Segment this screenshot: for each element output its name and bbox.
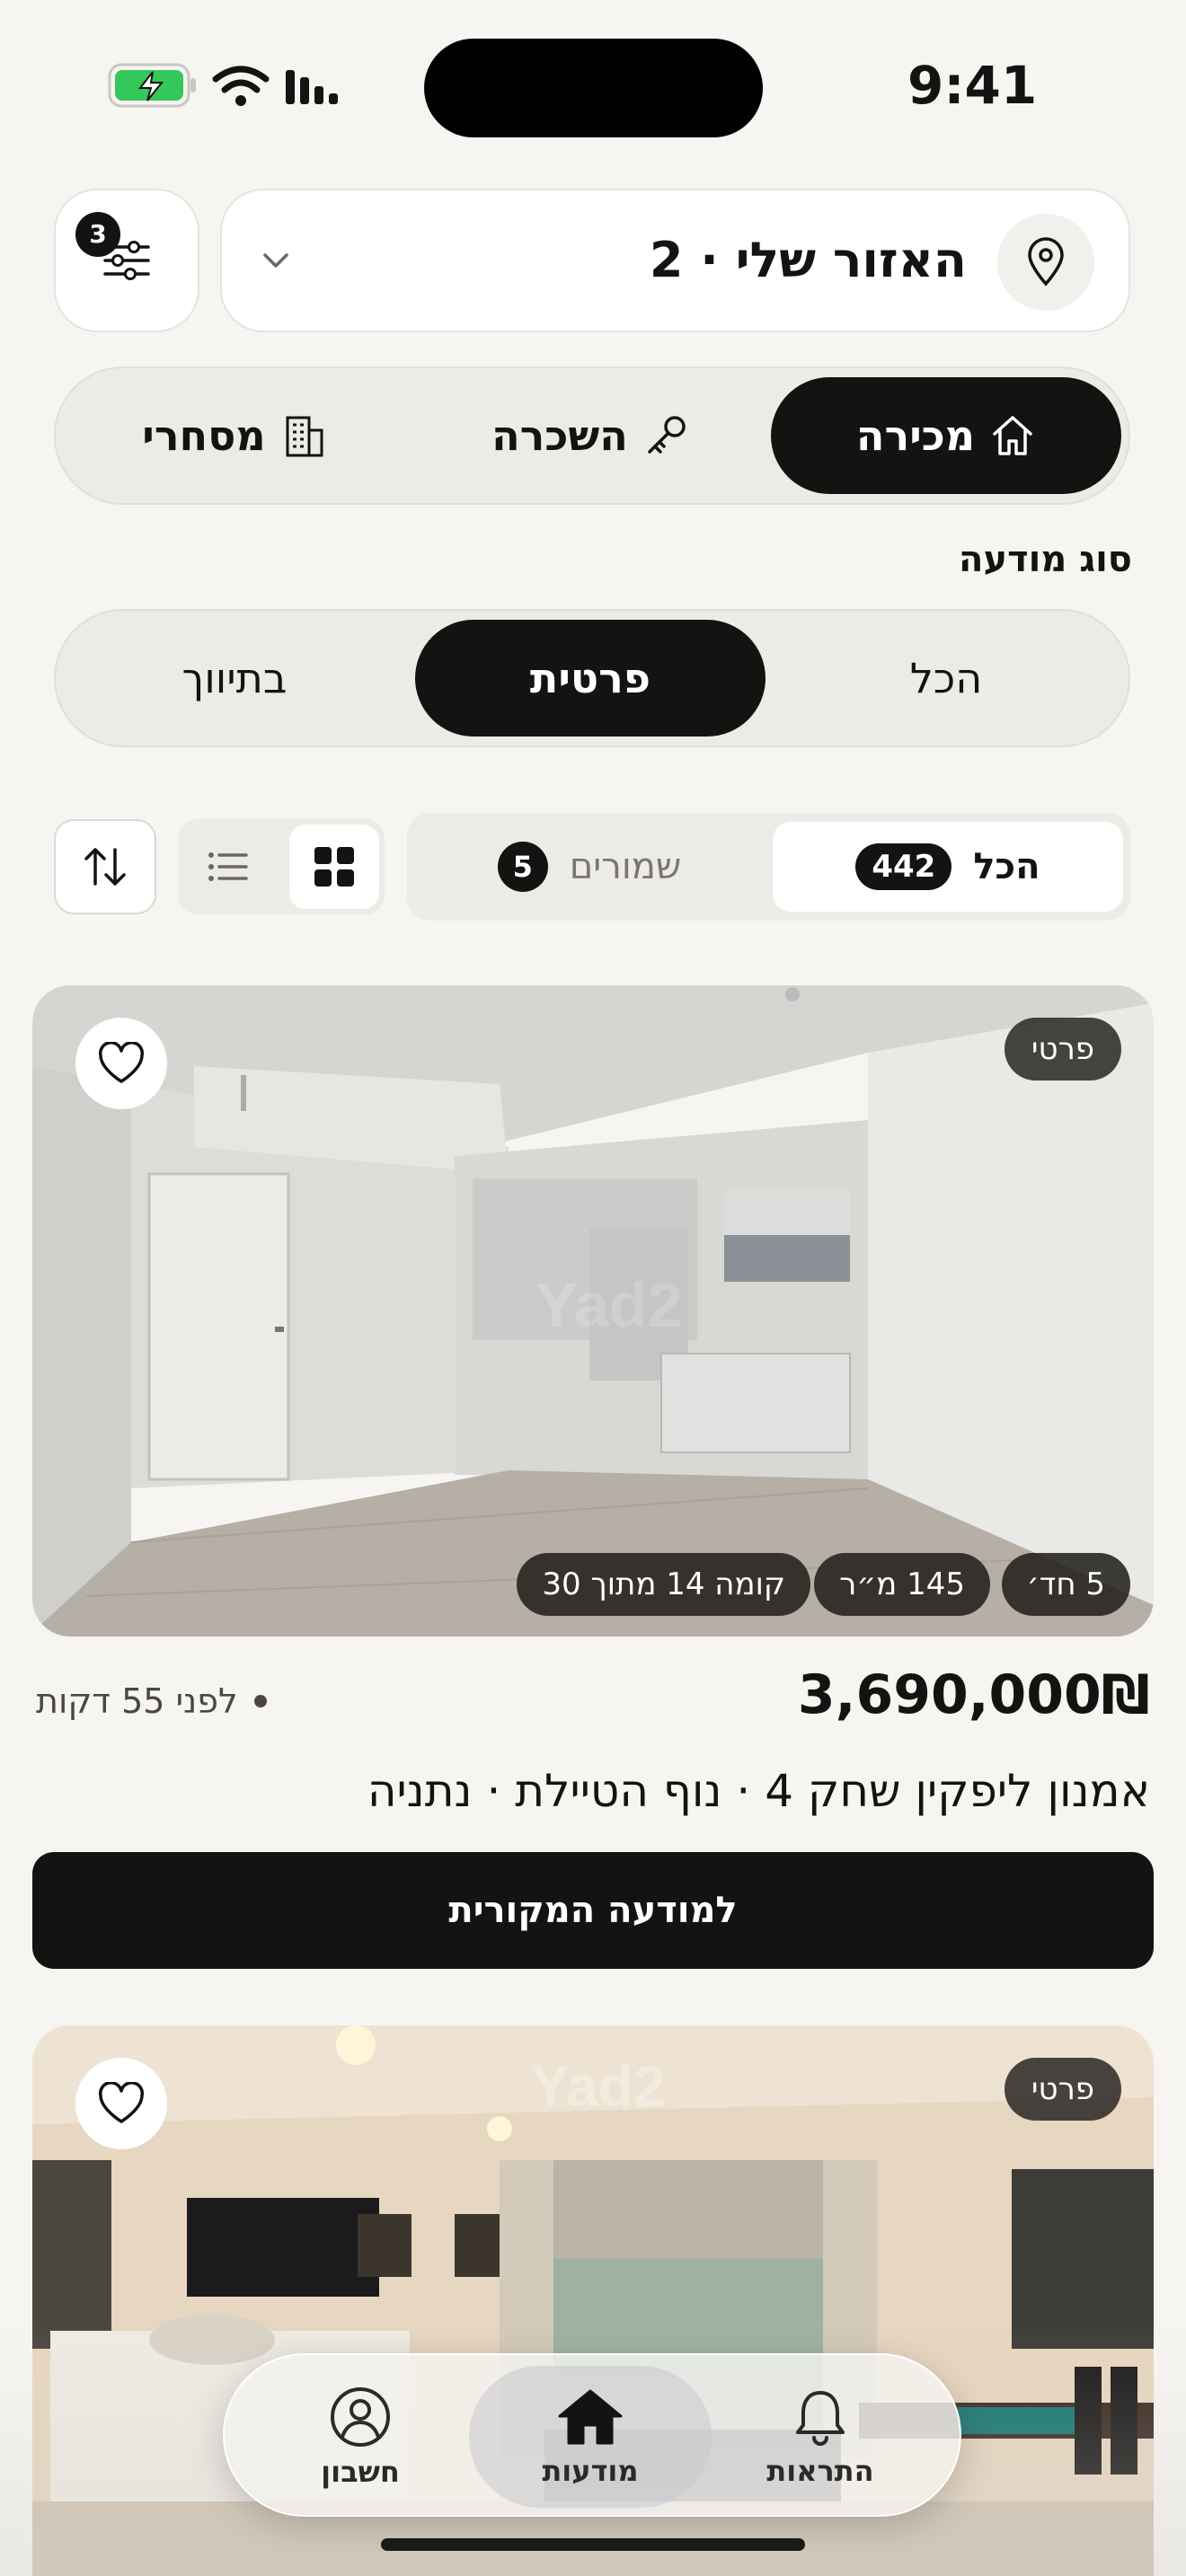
deal-type-rent[interactable]: השכרה [415, 377, 766, 494]
key-icon [648, 416, 686, 454]
chevron-down-icon [263, 253, 288, 268]
listing-time-text: לפני 55 דקות [36, 1681, 238, 1721]
grid-icon [314, 847, 354, 887]
bottom-nav: התראות מודעות חשבון [223, 2353, 961, 2517]
filter-count-badge: 3 [75, 212, 120, 257]
private-tag: פרטי [1004, 2058, 1121, 2121]
grid-view-button[interactable] [289, 825, 379, 909]
original-ad-button[interactable]: למודעה המקורית [32, 1852, 1154, 1969]
list-icon [208, 852, 248, 881]
ad-type-heading: סוג מודעה [958, 539, 1132, 580]
battery-icon [108, 61, 198, 115]
building-icon [286, 416, 323, 457]
nav-account[interactable]: חשבון [239, 2366, 482, 2508]
ad-type-private[interactable]: פרטית [415, 620, 766, 737]
deal-type-selector: מכירה השכרה מסחרי [54, 366, 1130, 505]
status-time: 9:41 [907, 55, 1038, 116]
home-filled-icon [558, 2389, 623, 2445]
apartment-photo: Yad2 [32, 985, 1154, 1636]
listing-time: לפני 55 דקות [36, 1681, 267, 1721]
ad-type-all[interactable]: הכל [771, 620, 1121, 737]
watermark: Yad2 [531, 2054, 665, 2119]
heart-icon [98, 2082, 145, 2123]
deal-type-label: השכרה [491, 411, 628, 460]
deal-type-commercial[interactable]: מסחרי [59, 377, 410, 494]
nav-ads[interactable]: מודעות [469, 2366, 712, 2508]
tab-all[interactable]: הכל 442 [773, 822, 1123, 912]
deal-type-sale[interactable]: מכירה [771, 377, 1121, 494]
deal-type-label: מכירה [855, 411, 976, 460]
area-chip: 145 מ״ר [814, 1553, 990, 1616]
filter-button[interactable]: 3 [54, 189, 199, 332]
private-tag: פרטי [1004, 1018, 1121, 1081]
sort-button[interactable] [54, 819, 156, 914]
saved-count-badge: 5 [497, 842, 548, 892]
ad-type-brokerage[interactable]: בתיווך [59, 620, 410, 737]
location-text: האזור שלי · 2 [649, 232, 967, 288]
tab-saved[interactable]: שמורים 5 [414, 822, 765, 912]
floor-chip: קומה 14 מתוך 30 [517, 1553, 810, 1616]
dot-separator [253, 1695, 267, 1707]
rooms-chip: 5 חד׳ [1001, 1553, 1130, 1616]
results-tabs: הכל 442 שמורים 5 [407, 813, 1130, 921]
location-pin-icon [997, 214, 1094, 311]
deal-type-label: מסחרי [142, 411, 266, 460]
location-selector[interactable]: האזור שלי · 2 [220, 189, 1130, 332]
sort-arrows-icon [84, 848, 126, 886]
listing-price: 3,690,000₪ [797, 1663, 1150, 1726]
list-view-button[interactable] [183, 825, 273, 909]
bell-icon [796, 2391, 845, 2446]
nav-alerts[interactable]: התראות [699, 2366, 942, 2508]
tab-all-label: הכל [973, 846, 1040, 887]
listing-address: אמנון ליפקין שחק 4 · נוף הטיילת · נתניה [367, 1765, 1150, 1817]
account-icon [331, 2387, 390, 2447]
wifi-icon [212, 65, 270, 113]
favorite-button[interactable] [75, 1018, 167, 1109]
tab-saved-label: שמורים [569, 846, 682, 887]
ad-type-selector: הכל פרטית בתיווך [54, 609, 1130, 747]
favorite-button[interactable] [75, 2058, 167, 2149]
home-indicator [381, 2538, 805, 2551]
dynamic-island [424, 39, 763, 137]
listing-photo[interactable]: Yad2 פרטי 5 חד׳ 145 מ״ר קומה 14 מתוך 30 [32, 985, 1154, 1636]
nav-label: חשבון [321, 2455, 400, 2489]
watermark: Yad2 [535, 1270, 682, 1340]
cellular-signal-icon [284, 66, 347, 110]
all-count-badge: 442 [855, 843, 952, 890]
view-mode-toggle [178, 819, 385, 914]
home-icon [993, 416, 1032, 455]
nav-label: מודעות [542, 2454, 639, 2488]
heart-icon [98, 1042, 145, 1083]
nav-label: התראות [766, 2454, 874, 2488]
